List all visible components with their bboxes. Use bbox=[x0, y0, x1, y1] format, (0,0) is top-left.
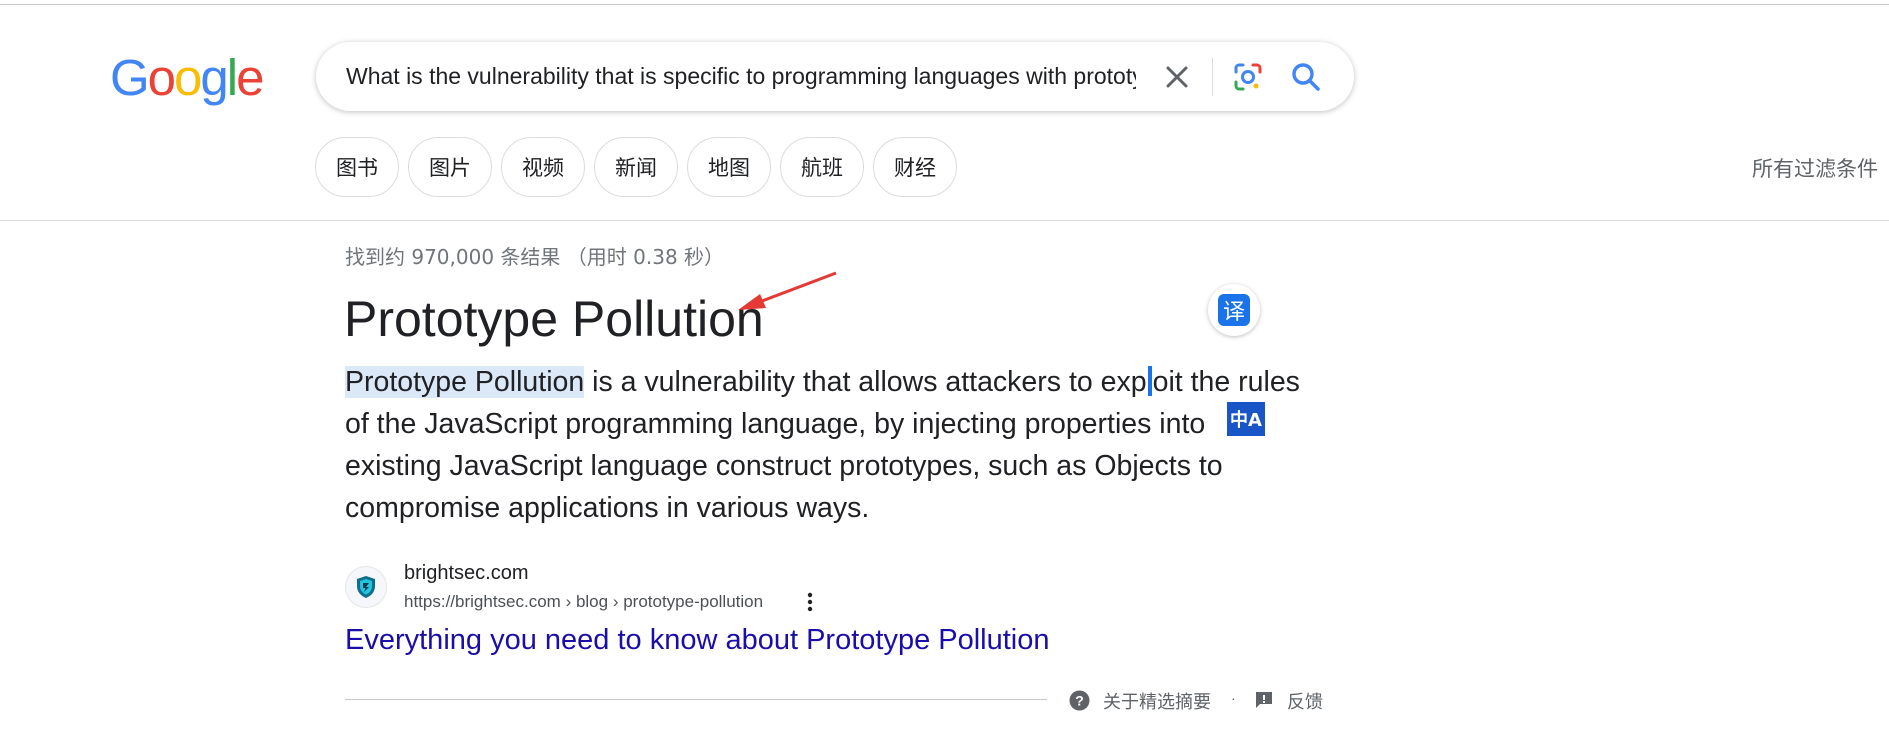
featured-snippet-text: Prototype Pollution is a vulnerability t… bbox=[345, 361, 1305, 529]
text-cursor bbox=[1147, 366, 1152, 396]
header-divider bbox=[0, 220, 1889, 221]
chip-videos[interactable]: 视频 bbox=[501, 137, 585, 197]
snippet-highlight: Prototype Pollution bbox=[345, 366, 585, 398]
google-results-page: Google 图书 图片 视频 新闻 地图 航班 财经 所有过滤条件 bbox=[0, 0, 1889, 745]
brightsec-shield-icon bbox=[357, 576, 375, 598]
search-input[interactable] bbox=[346, 42, 1136, 111]
chip-finance[interactable]: 财经 bbox=[873, 137, 957, 197]
google-logo[interactable]: Google bbox=[110, 49, 265, 106]
chip-flights[interactable]: 航班 bbox=[780, 137, 864, 197]
logo-letter: G bbox=[110, 49, 150, 106]
logo-letter: o bbox=[174, 49, 202, 106]
search-input-wrap bbox=[316, 42, 1136, 111]
logo-letter: g bbox=[200, 49, 228, 106]
snippet-text-part1: is a vulnerability that allows attackers… bbox=[584, 366, 1147, 398]
more-options-icon[interactable] bbox=[800, 590, 820, 614]
search-bar bbox=[316, 42, 1354, 111]
logo-letter: l bbox=[226, 49, 238, 106]
result-stats: 找到约 970,000 条结果 （用时 0.38 秒） bbox=[345, 245, 725, 269]
site-favicon[interactable] bbox=[345, 566, 387, 608]
top-divider bbox=[0, 4, 1889, 5]
feedback-icon[interactable] bbox=[1254, 690, 1274, 710]
logo-letter: e bbox=[236, 49, 264, 106]
close-icon[interactable] bbox=[1160, 60, 1194, 94]
annotation-arrow bbox=[738, 271, 837, 310]
search-divider bbox=[1212, 58, 1213, 96]
feedback-link[interactable]: 反馈 bbox=[1287, 688, 1323, 714]
source-url[interactable]: https://brightsec.com › blog › prototype… bbox=[404, 592, 763, 612]
search-filter-chips: 图书 图片 视频 新闻 地图 航班 财经 bbox=[315, 137, 957, 197]
footer-separator: · bbox=[1231, 690, 1236, 706]
chip-books[interactable]: 图书 bbox=[315, 137, 399, 197]
chip-news[interactable]: 新闻 bbox=[594, 137, 678, 197]
source-site-name[interactable]: brightsec.com bbox=[404, 562, 529, 585]
snippet-footer-divider bbox=[345, 699, 1047, 700]
search-icon[interactable] bbox=[1288, 59, 1324, 95]
logo-letter: o bbox=[147, 49, 176, 106]
svg-text:?: ? bbox=[1075, 693, 1084, 709]
translate-icon: 译 bbox=[1218, 294, 1250, 326]
about-featured-snippets-link[interactable]: 关于精选摘要 bbox=[1103, 688, 1211, 714]
all-filters-button[interactable]: 所有过滤条件 bbox=[1752, 153, 1878, 183]
google-lens-icon[interactable] bbox=[1230, 59, 1266, 95]
featured-snippet-title: Prototype Pollution bbox=[344, 291, 764, 347]
result-title-link[interactable]: Everything you need to know about Protot… bbox=[345, 624, 1050, 657]
chip-maps[interactable]: 地图 bbox=[687, 137, 771, 197]
chip-images[interactable]: 图片 bbox=[408, 137, 492, 197]
help-icon[interactable]: ? bbox=[1069, 690, 1090, 711]
translate-button[interactable]: 译 bbox=[1208, 284, 1260, 336]
floating-translate-button[interactable]: 中A bbox=[1227, 402, 1265, 436]
